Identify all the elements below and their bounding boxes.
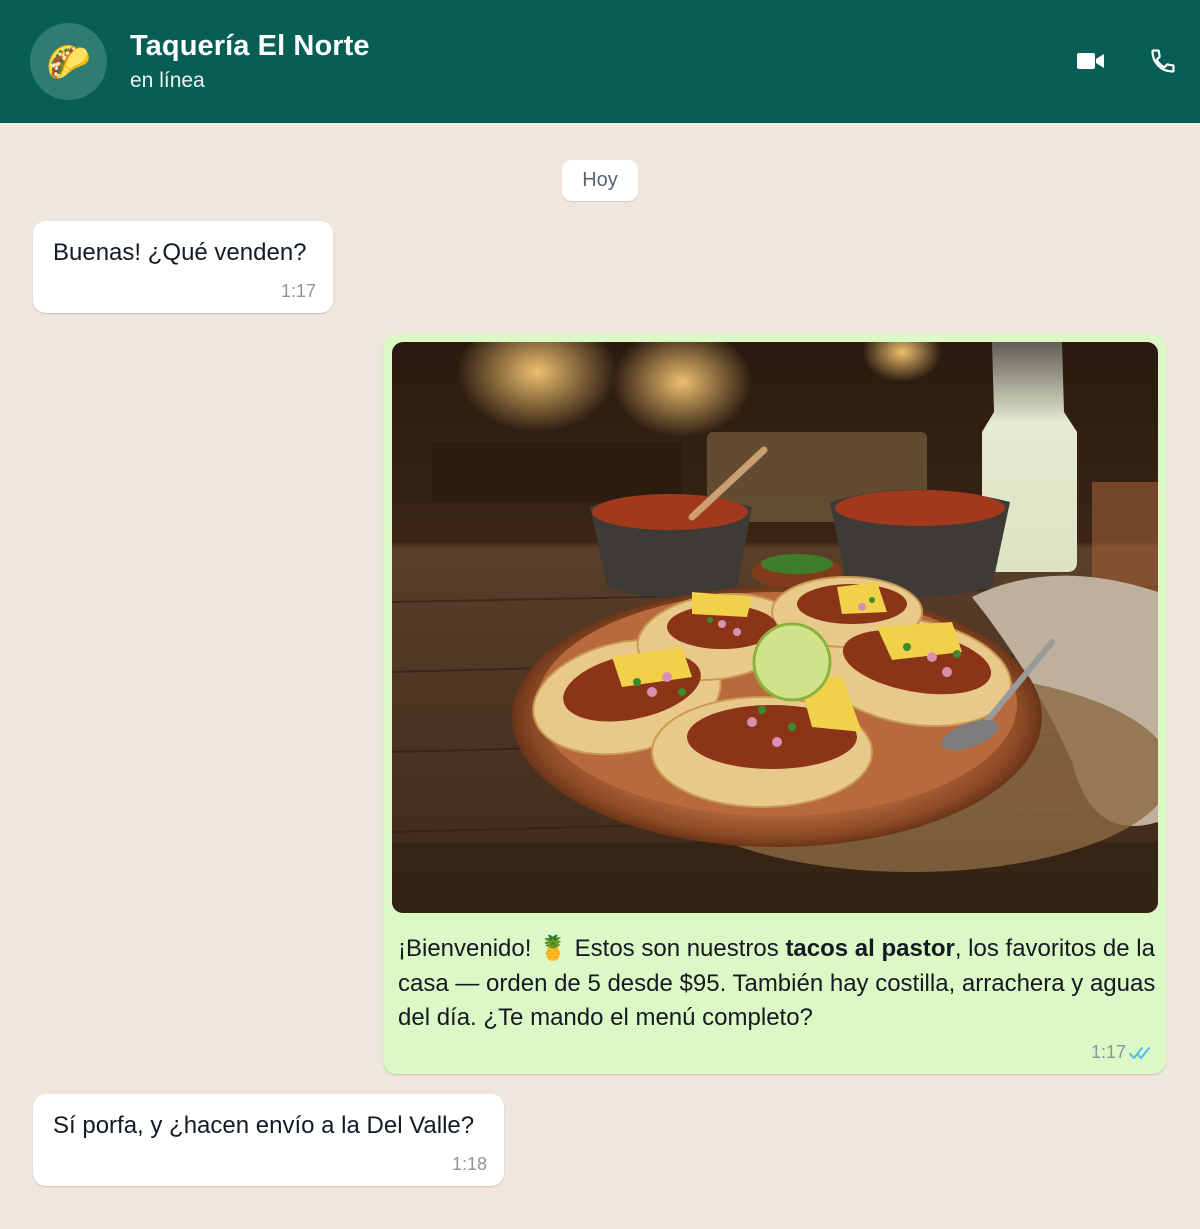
- double-check-read-icon: [1129, 1047, 1150, 1059]
- contact-avatar[interactable]: 🌮: [30, 23, 107, 100]
- outgoing-message[interactable]: ¡Bienvenido! 🍍 Estos son nuestros tacos …: [383, 334, 1166, 1074]
- chat-area[interactable]: Hoy Buenas! ¿Qué venden? 1:17 ¡Bienvenid…: [0, 123, 1200, 1229]
- tacos-photo[interactable]: [392, 342, 1158, 913]
- caption-text-1: ¡Bienvenido!: [398, 935, 539, 962]
- pineapple-icon: 🍍: [538, 935, 568, 962]
- message-caption: ¡Bienvenido! 🍍 Estos son nuestros tacos …: [398, 932, 1158, 1036]
- video-call-button[interactable]: [1074, 42, 1108, 80]
- caption-bold: tacos al pastor: [785, 935, 955, 962]
- contact-info[interactable]: Taquería El Norte en línea: [130, 30, 370, 93]
- header-actions: [1074, 42, 1180, 80]
- video-camera-icon: [1077, 53, 1104, 69]
- contact-status: en línea: [130, 69, 205, 92]
- message-time: 1:18: [451, 1154, 487, 1174]
- message-text: Buenas! ¿Qué venden?: [53, 239, 307, 266]
- caption-text-2: Estos son nuestros: [567, 935, 786, 962]
- incoming-message[interactable]: Buenas! ¿Qué venden? 1:17: [33, 221, 333, 313]
- taco-icon: 🌮: [46, 40, 91, 82]
- tacos-al-pastor-image: [392, 342, 1158, 913]
- message-time: 1:17: [1090, 1042, 1126, 1062]
- phone-icon: [1151, 49, 1175, 73]
- incoming-message[interactable]: Sí porfa, y ¿hacen envío a la Del Valle?…: [33, 1094, 504, 1186]
- chat-header: 🌮 Taquería El Norte en línea: [0, 0, 1200, 123]
- message-time: 1:17: [280, 281, 316, 301]
- voice-call-button[interactable]: [1146, 42, 1180, 80]
- contact-name: Taquería El Norte: [130, 30, 370, 62]
- date-divider: Hoy: [562, 160, 638, 201]
- message-text: Sí porfa, y ¿hacen envío a la Del Valle?: [53, 1112, 475, 1139]
